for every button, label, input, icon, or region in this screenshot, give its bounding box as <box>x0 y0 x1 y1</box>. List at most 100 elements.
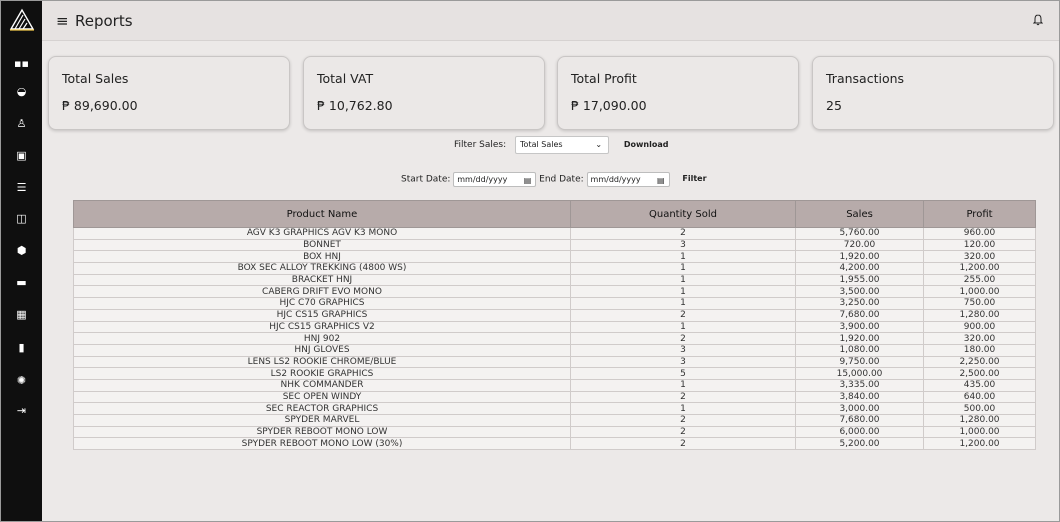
table-cell: 750.00 <box>923 297 1036 310</box>
logout-icon[interactable]: ⇥ <box>1 402 42 420</box>
summary-cards: Total Sales ₱ 89,690.00 Total VAT ₱ 10,7… <box>48 56 1058 130</box>
table-cell: LS2 ROOKIE GRAPHICS <box>73 367 571 380</box>
table-cell: 255.00 <box>923 273 1036 287</box>
table-cell: 1,280.00 <box>923 414 1036 427</box>
table-cell: 1 <box>570 250 796 264</box>
table-cell: BOX SEC ALLOY TREKKING (4800 WS) <box>73 262 571 275</box>
filter-sales-select[interactable]: Total Sales ⌄ <box>515 136 610 154</box>
table-row: HJC CS15 GRAPHICS 2 7,680.00 1,280.00 <box>73 308 1036 322</box>
table-cell: SEC OPEN WINDY <box>73 390 571 404</box>
table-cell: 1,080.00 <box>795 343 924 357</box>
table-cell: 435.00 <box>923 378 1036 392</box>
settings-icon[interactable]: ✺ <box>1 372 42 390</box>
list-icon[interactable]: ☰ <box>1 179 42 197</box>
table-cell: BOX HNJ <box>73 250 571 264</box>
table-cell: CABERG DRIFT EVO MONO <box>73 285 571 299</box>
hamburger-icon[interactable]: ≡ <box>56 12 69 30</box>
info-icon[interactable]: ▮ <box>1 339 42 357</box>
table-cell: 320.00 <box>923 250 1036 264</box>
table-cell: 1,920.00 <box>795 332 924 345</box>
table-row: BONNET 3 720.00 120.00 <box>73 238 1036 252</box>
table-cell: 1 <box>570 320 796 334</box>
table-cell: 7,680.00 <box>795 414 924 427</box>
calendar-icon[interactable]: ▦ <box>1 306 42 324</box>
ticket-icon[interactable]: ▬ <box>1 274 42 292</box>
table-cell: AGV K3 GRAPHICS AGV K3 MONO <box>73 227 571 240</box>
filter-sales-label: Filter Sales: <box>454 140 507 150</box>
table-cell: 1,200.00 <box>923 262 1036 275</box>
table-cell: 1 <box>570 262 796 275</box>
top-bar: ≡ Reports <box>42 1 1059 41</box>
table-cell: HNJ 902 <box>73 332 571 345</box>
table-cell: SPYDER REBOOT MONO LOW (30%) <box>73 437 571 451</box>
table-cell: 720.00 <box>795 238 924 252</box>
book-icon[interactable]: ◫ <box>1 210 42 228</box>
table-row: BRACKET HNJ 1 1,955.00 255.00 <box>73 273 1036 287</box>
table-row: SPYDER MARVEL 2 7,680.00 1,280.00 <box>73 414 1036 427</box>
table-row: SPYDER REBOOT MONO LOW (30%) 2 5,200.00 1,2… <box>73 437 1036 451</box>
report-table: Product Name Quantity Sold Sales Profit … <box>73 200 1036 451</box>
table-cell: 3 <box>570 238 796 252</box>
table-cell: 1,200.00 <box>923 437 1036 451</box>
stack-icon[interactable]: ▣ <box>1 147 42 165</box>
table-cell: 3,250.00 <box>795 297 924 310</box>
end-date-label: End Date: <box>539 174 584 185</box>
table-cell: 1,280.00 <box>923 308 1036 322</box>
dashboard-icon[interactable]: ▪▪ <box>1 55 42 73</box>
end-date-value: mm/dd/yyyy <box>590 174 641 184</box>
logo-icon <box>9 8 35 31</box>
shopping-bag-icon[interactable]: ◒ <box>1 83 42 101</box>
table-row: NHK COMMANDER 1 3,335.00 435.00 <box>73 378 1036 392</box>
table-cell: 3 <box>570 343 796 357</box>
filter-sales-value: Total Sales <box>520 140 563 149</box>
user-icon[interactable]: ♙ <box>1 115 42 133</box>
card-value: 25 <box>826 98 842 113</box>
calendar-icon[interactable]: ▤ <box>524 174 532 187</box>
column-header[interactable]: Sales <box>795 200 924 228</box>
table-cell: 1 <box>570 285 796 299</box>
table-cell: 1 <box>570 378 796 392</box>
table-cell: 180.00 <box>923 343 1036 357</box>
calendar-icon[interactable]: ▤ <box>657 174 665 187</box>
table-cell: 1 <box>570 297 796 310</box>
table-cell: 3 <box>570 355 796 369</box>
table-cell: 1,000.00 <box>923 285 1036 299</box>
date-filter-row: Start Date: mm/dd/yyyy ▤ End Date: mm/dd… <box>401 171 707 187</box>
download-button[interactable]: Download <box>624 136 669 154</box>
table-cell: LENS LS2 ROOKIE CHROME/BLUE <box>73 355 571 369</box>
table-cell: SEC REACTOR GRAPHICS <box>73 402 571 415</box>
card-value: ₱ 89,690.00 <box>62 98 138 113</box>
table-cell: 2 <box>570 437 796 451</box>
table-cell: 5,760.00 <box>795 227 924 240</box>
table-cell: 3,000.00 <box>795 402 924 415</box>
column-header[interactable]: Profit <box>923 200 1036 228</box>
table-cell: 2 <box>570 308 796 322</box>
column-header[interactable]: Quantity Sold <box>570 200 796 228</box>
start-date-input[interactable]: mm/dd/yyyy ▤ <box>453 171 537 187</box>
table-row: LS2 ROOKIE GRAPHICS 5 15,000.00 2,500.00 <box>73 367 1036 380</box>
table-cell: 9,750.00 <box>795 355 924 369</box>
column-header[interactable]: Product Name <box>73 200 571 228</box>
sidebar: ▪▪ ◒ ♙ ▣ ☰ ◫ ⬢ ▬ ▦ ▮ ✺ ⇥ <box>1 1 42 521</box>
table-cell: NHK COMMANDER <box>73 378 571 392</box>
table-cell: 4,200.00 <box>795 262 924 275</box>
table-cell: 15,000.00 <box>795 367 924 380</box>
table-cell: 120.00 <box>923 238 1036 252</box>
table-row: HJC CS15 GRAPHICS V2 1 3,900.00 900.00 <box>73 320 1036 334</box>
table-cell: 2 <box>570 390 796 404</box>
table-cell: 320.00 <box>923 332 1036 345</box>
table-header-row: Product Name Quantity Sold Sales Profit <box>73 200 1036 228</box>
cube-icon[interactable]: ⬢ <box>1 242 42 260</box>
bell-icon[interactable] <box>1033 14 1043 26</box>
table-cell: 3,840.00 <box>795 390 924 404</box>
app-window: ▪▪ ◒ ♙ ▣ ☰ ◫ ⬢ ▬ ▦ ▮ ✺ ⇥ ≡ Reports Total Sales ₱ 89… <box>0 0 1060 522</box>
table-cell: BRACKET HNJ <box>73 273 571 287</box>
table-row: SEC REACTOR GRAPHICS 1 3,000.00 500.00 <box>73 402 1036 415</box>
table-cell: 1,000.00 <box>923 425 1036 439</box>
table-cell: 2 <box>570 227 796 240</box>
end-date-input[interactable]: mm/dd/yyyy ▤ <box>586 171 670 187</box>
card-label: Total VAT <box>317 71 374 86</box>
table-row: AGV K3 GRAPHICS AGV K3 MONO 2 5,760.00 960.… <box>73 227 1036 240</box>
table-cell: 1 <box>570 402 796 415</box>
filter-button[interactable]: Filter <box>682 171 706 187</box>
